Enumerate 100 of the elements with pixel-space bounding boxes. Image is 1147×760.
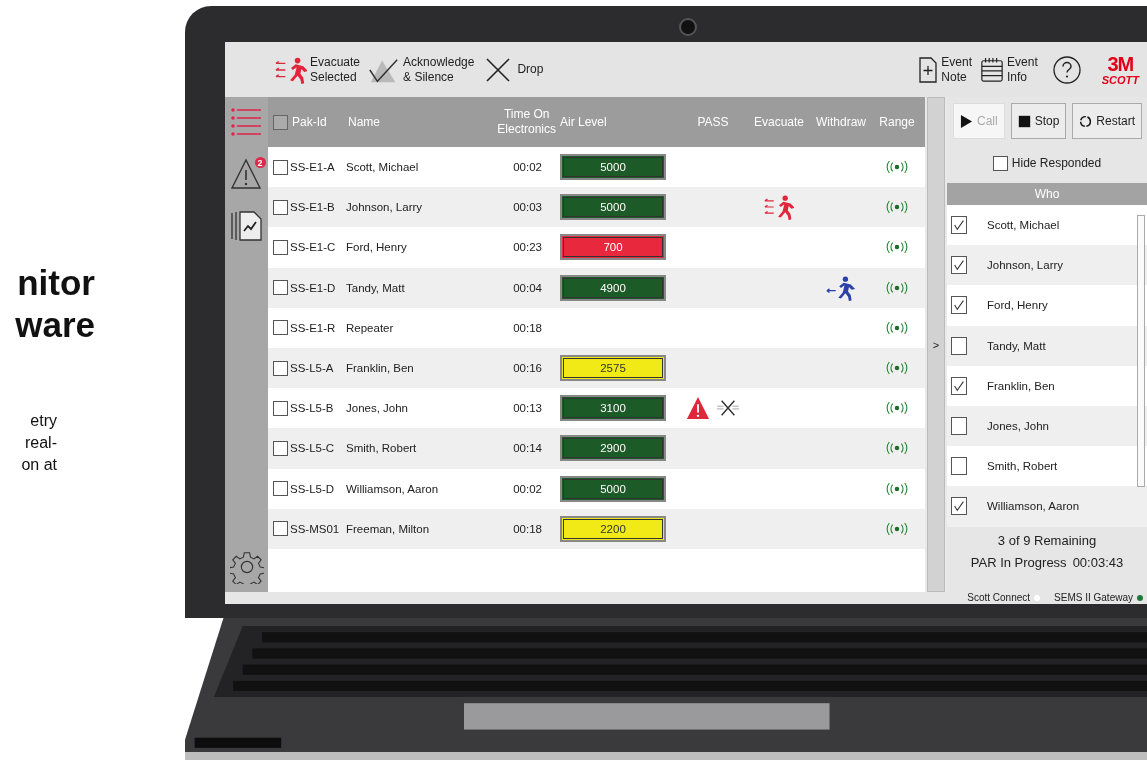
table-cell: Tandy, Matt <box>346 281 405 294</box>
table-cell: SS-MS01 <box>290 522 340 535</box>
table-cell: Franklin, Ben <box>346 362 414 375</box>
air-level-bar: 2575 <box>560 355 666 382</box>
list-icon <box>229 105 264 139</box>
person-name: Jones, John <box>987 420 1049 433</box>
table-cell: SS-L5-A <box>290 362 334 375</box>
table-cell: 00:02 <box>513 482 542 495</box>
person-name: Franklin, Ben <box>987 379 1055 392</box>
responded-checkbox[interactable] <box>951 296 967 315</box>
restart-button[interactable]: Restart <box>1072 103 1143 139</box>
air-level-bar: 5000 <box>560 194 666 221</box>
table-cell: Smith, Robert <box>346 442 417 455</box>
air-level-bar: 5000 <box>560 154 666 181</box>
table-row[interactable]: SS-MS01 Freeman, Milton 00:18 2200 <box>268 508 925 549</box>
play-icon <box>960 113 973 129</box>
row-checkbox[interactable] <box>273 239 288 255</box>
air-level-bar: 2200 <box>560 515 666 542</box>
stop-icon <box>1017 113 1031 129</box>
table-cell: Johnson, Larry <box>346 201 423 214</box>
table-cell: 00:02 <box>513 161 542 174</box>
responded-checkbox[interactable] <box>951 417 967 436</box>
table-cell: SS-E1-C <box>290 241 336 254</box>
row-checkbox[interactable] <box>273 521 288 537</box>
responded-checkbox[interactable] <box>951 216 967 235</box>
row-checkbox[interactable] <box>273 400 288 416</box>
evacuate-button[interactable]: Evacuate Selected <box>273 52 363 87</box>
air-level-bar: 5000 <box>560 475 666 502</box>
table-cell: SS-E1-D <box>290 281 336 294</box>
table-cell: SS-E1-A <box>290 161 335 174</box>
logo-text: 3M <box>1107 53 1134 74</box>
table-row[interactable]: SS-L5-C Smith, Robert 00:14 2900 <box>268 428 925 469</box>
air-level-bar: 4900 <box>560 274 666 301</box>
table-row[interactable]: SS-L5-B Jones, John 00:13 3100 <box>268 388 925 429</box>
responded-checkbox[interactable] <box>951 457 967 476</box>
settings-icon[interactable] <box>229 550 264 584</box>
row-checkbox[interactable] <box>273 159 288 175</box>
connection-label: SEMS II Gateway <box>1054 592 1133 604</box>
row-checkbox[interactable] <box>273 320 288 336</box>
par-status-label: PAR In Progress <box>970 554 1067 570</box>
signal-icon <box>885 521 909 536</box>
responded-checkbox[interactable] <box>951 336 967 355</box>
table-row[interactable]: SS-L5-A Franklin, Ben 00:16 2575 <box>268 347 925 389</box>
hide-responded-checkbox[interactable]: Hide Responded <box>947 143 1147 183</box>
person-name: Scott, Michael <box>987 219 1060 232</box>
table-cell: Williamson, Aaron <box>346 482 439 495</box>
document-plus-icon <box>918 55 939 84</box>
table-cell: Scott, Michael <box>346 161 419 174</box>
expand-toggle[interactable]: > <box>932 338 940 351</box>
signal-icon <box>885 320 909 335</box>
signal-icon <box>885 401 909 416</box>
body-text: real- <box>25 433 57 453</box>
drop-button[interactable]: Drop <box>480 53 546 86</box>
signal-icon <box>885 280 909 295</box>
warning-icon <box>229 157 264 191</box>
table-row[interactable]: SS-E1-A Scott, Michael 00:02 5000 <box>268 147 925 188</box>
table-cell: 00:23 <box>513 241 542 254</box>
responded-checkbox[interactable] <box>951 376 967 395</box>
help-icon <box>1051 54 1082 85</box>
table-cell: Ford, Henry <box>346 241 407 254</box>
row-checkbox[interactable] <box>273 360 288 376</box>
table-cell: 00:14 <box>513 442 542 455</box>
event-note-button[interactable]: Event Note <box>916 52 975 87</box>
notepad-icon <box>980 55 1005 84</box>
table-cell: 00:04 <box>513 281 542 294</box>
table-row[interactable]: SS-E1-B Johnson, Larry 00:03 5000 <box>268 187 925 228</box>
stop-button[interactable]: Stop <box>1010 103 1067 139</box>
table-cell: Repeater <box>346 321 394 334</box>
signal-icon <box>885 441 909 456</box>
row-checkbox[interactable] <box>273 440 288 456</box>
responded-checkbox[interactable] <box>951 256 967 275</box>
responded-checkbox[interactable] <box>951 497 967 516</box>
table-row[interactable]: SS-E1-D Tandy, Matt 00:04 4900 <box>268 267 925 308</box>
table-cell: SS-E1-B <box>290 201 335 214</box>
row-checkbox[interactable] <box>273 280 288 296</box>
logo-subtext: SCOTT <box>1101 73 1139 86</box>
restart-icon <box>1079 113 1093 129</box>
table-row[interactable]: SS-L5-D Williamson, Aaron 00:02 5000 <box>268 468 925 509</box>
heading-text: ware <box>15 304 95 346</box>
alerts-view-button[interactable]: 2 <box>227 155 266 193</box>
splitter[interactable]: > <box>927 97 945 592</box>
row-checkbox[interactable] <box>273 481 288 497</box>
table-row[interactable]: SS-E1-R Repeater 00:18 <box>268 307 925 348</box>
air-level-bar: 700 <box>560 234 666 261</box>
acknowledge-button[interactable]: Acknowledge & Silence <box>366 52 477 87</box>
signal-icon <box>885 240 909 255</box>
body-text: on at <box>21 455 57 475</box>
row-checkbox[interactable] <box>273 199 288 215</box>
person-name: Williamson, Aaron <box>987 500 1080 513</box>
signal-icon <box>885 361 909 376</box>
column-header: Who <box>947 183 1147 205</box>
select-all-checkbox[interactable] <box>273 114 288 130</box>
camera-icon <box>679 18 697 36</box>
event-info-button[interactable]: Event Info <box>978 52 1040 87</box>
table-cell: SS-L5-C <box>290 442 335 455</box>
person-name: Johnson, Larry <box>987 259 1064 272</box>
scrollbar[interactable] <box>1137 215 1145 487</box>
air-level-bar: 2900 <box>560 435 666 462</box>
alert-count-badge: 2 <box>254 157 266 168</box>
table-row[interactable]: SS-E1-C Ford, Henry 00:23 700 <box>268 227 925 268</box>
